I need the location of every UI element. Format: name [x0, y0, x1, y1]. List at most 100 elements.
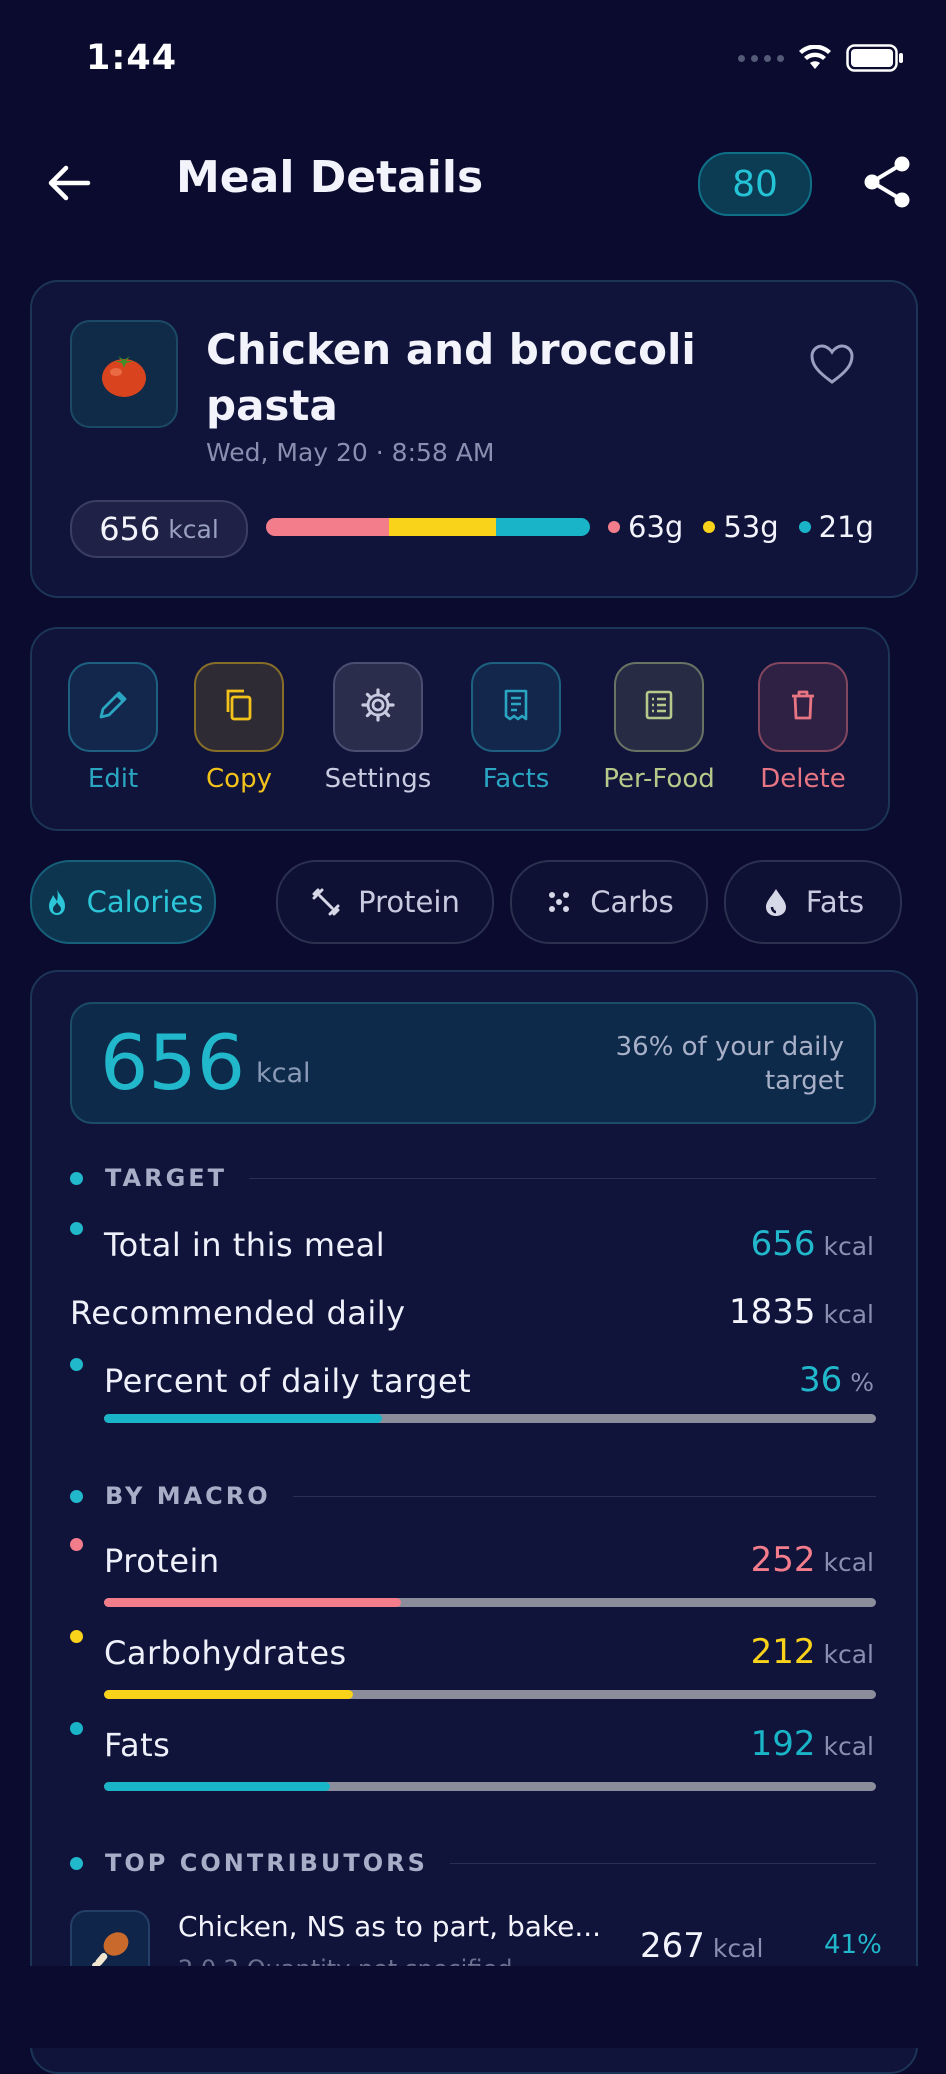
value: 192: [750, 1724, 816, 1764]
macro-bar-segment: [496, 518, 590, 536]
macro-bar-segment: [389, 518, 497, 536]
action-label: Delete: [760, 764, 846, 794]
pencil-icon: [93, 685, 133, 729]
heart-icon: [810, 344, 854, 384]
macro-row-value: 252 kcal: [751, 1540, 874, 1580]
edit-action-button[interactable]: Edit: [48, 662, 178, 794]
pencil-icon-box: [68, 662, 158, 752]
macro-split-bar: [266, 518, 590, 536]
copy-action-button[interactable]: Copy: [174, 662, 304, 794]
tab-label: Calories: [86, 885, 204, 919]
macro-dot: [608, 521, 620, 533]
divider: [249, 1177, 876, 1179]
dumbbell-icon: [310, 886, 342, 918]
macro-row-label: Fats: [104, 1726, 171, 1764]
meal-score-badge[interactable]: 80: [698, 152, 812, 216]
value: 1835: [728, 1292, 816, 1332]
percent-target-value: 36 %: [799, 1360, 874, 1400]
drop-icon: [762, 886, 790, 918]
contributor-kcal: 267 kcal: [640, 1926, 763, 1966]
share-button[interactable]: [862, 154, 914, 210]
unit: kcal: [823, 1232, 875, 1261]
tab-protein[interactable]: Protein: [276, 860, 494, 944]
macro-row-fill: [104, 1782, 331, 1791]
value: 252: [750, 1540, 816, 1580]
gear-icon-box: [333, 662, 423, 752]
macro-grams: 63g: [628, 510, 684, 544]
receipt-icon: [496, 685, 536, 729]
macro-section-header: BY MACRO: [70, 1482, 876, 1510]
tab-carbs[interactable]: Carbs: [510, 860, 708, 944]
status-time: 1:44: [86, 38, 178, 78]
macro-row-value: 212 kcal: [751, 1632, 874, 1672]
macro-row-bar: [104, 1690, 876, 1699]
action-label: Settings: [324, 764, 432, 794]
signal-dots-icon: [738, 54, 784, 62]
unit: kcal: [823, 1640, 875, 1669]
copy-icon-box: [194, 662, 284, 752]
total-in-meal-value: 656 kcal: [751, 1224, 874, 1264]
tab-label: Protein: [358, 885, 460, 919]
per-food-action-button[interactable]: Per-Food: [594, 662, 724, 794]
section-dot: [70, 1856, 83, 1870]
facts-action-button[interactable]: Facts: [451, 662, 581, 794]
settings-action-button[interactable]: Settings: [313, 662, 443, 794]
action-label: Copy: [206, 764, 272, 794]
divider: [292, 1495, 876, 1497]
bottom-edge: [0, 1966, 946, 2048]
row-dot: [70, 1222, 83, 1235]
unit: %: [850, 1368, 874, 1397]
divider: [449, 1862, 876, 1864]
flame-icon: [43, 887, 71, 917]
value: 656: [750, 1224, 816, 1264]
row-dot: [70, 1358, 83, 1371]
section-title: TARGET: [105, 1164, 228, 1192]
tab-fats[interactable]: Fats: [724, 860, 902, 944]
meal-date: Wed, May 20 · 8:58 AM: [206, 438, 495, 467]
macro-grams: 53g: [723, 510, 779, 544]
grain-icon: [544, 887, 574, 917]
copy-icon: [219, 685, 259, 729]
macro-row-bar: [104, 1782, 876, 1791]
tab-calories[interactable]: Calories: [30, 860, 216, 944]
contributor-percent: 41%: [824, 1930, 882, 1960]
list-icon-box: [614, 662, 704, 752]
macro-legend-item: 53g: [703, 510, 779, 544]
kcal-unit: kcal: [168, 514, 219, 544]
meal-image: [70, 320, 178, 428]
calories-total: 656: [100, 1018, 246, 1107]
kcal-pill: 656 kcal: [70, 500, 248, 558]
row-dot: [70, 1538, 83, 1551]
value: 267: [640, 1926, 705, 1966]
delete-action-button[interactable]: Delete: [738, 662, 868, 794]
total-in-meal-label: Total in this meal: [104, 1226, 386, 1264]
section-dot: [70, 1489, 83, 1503]
unit: kcal: [823, 1548, 875, 1577]
wifi-icon: [799, 45, 831, 69]
tab-label: Fats: [805, 885, 865, 919]
section-title: BY MACRO: [105, 1482, 271, 1510]
macro-grams: 21g: [818, 510, 874, 544]
value: 36: [798, 1360, 843, 1400]
tab-label: Carbs: [590, 885, 674, 919]
action-label: Facts: [482, 764, 550, 794]
section-dot: [70, 1171, 83, 1185]
status-icons: [738, 44, 904, 72]
row-dot: [70, 1630, 83, 1643]
value: 212: [750, 1632, 816, 1672]
tomato-icon: [102, 356, 146, 397]
contributor-name[interactable]: Chicken, NS as to part, bake...: [178, 1910, 618, 1943]
percent-target-fill: [104, 1414, 382, 1423]
recommended-daily-value: 1835 kcal: [729, 1292, 874, 1332]
macro-dot: [703, 521, 716, 533]
macro-row-bar: [104, 1598, 876, 1607]
share-icon: [864, 156, 910, 208]
favorite-button[interactable]: [808, 342, 856, 386]
target-section-header: TARGET: [70, 1164, 876, 1192]
back-button[interactable]: [44, 158, 94, 208]
macro-legend-item: 21g: [798, 510, 874, 544]
daily-target-text: 36% of your daily target: [615, 1032, 844, 1096]
row-dot: [70, 1722, 83, 1735]
section-title: TOP CONTRIBUTORS: [105, 1849, 428, 1877]
macro-dot: [798, 521, 811, 533]
